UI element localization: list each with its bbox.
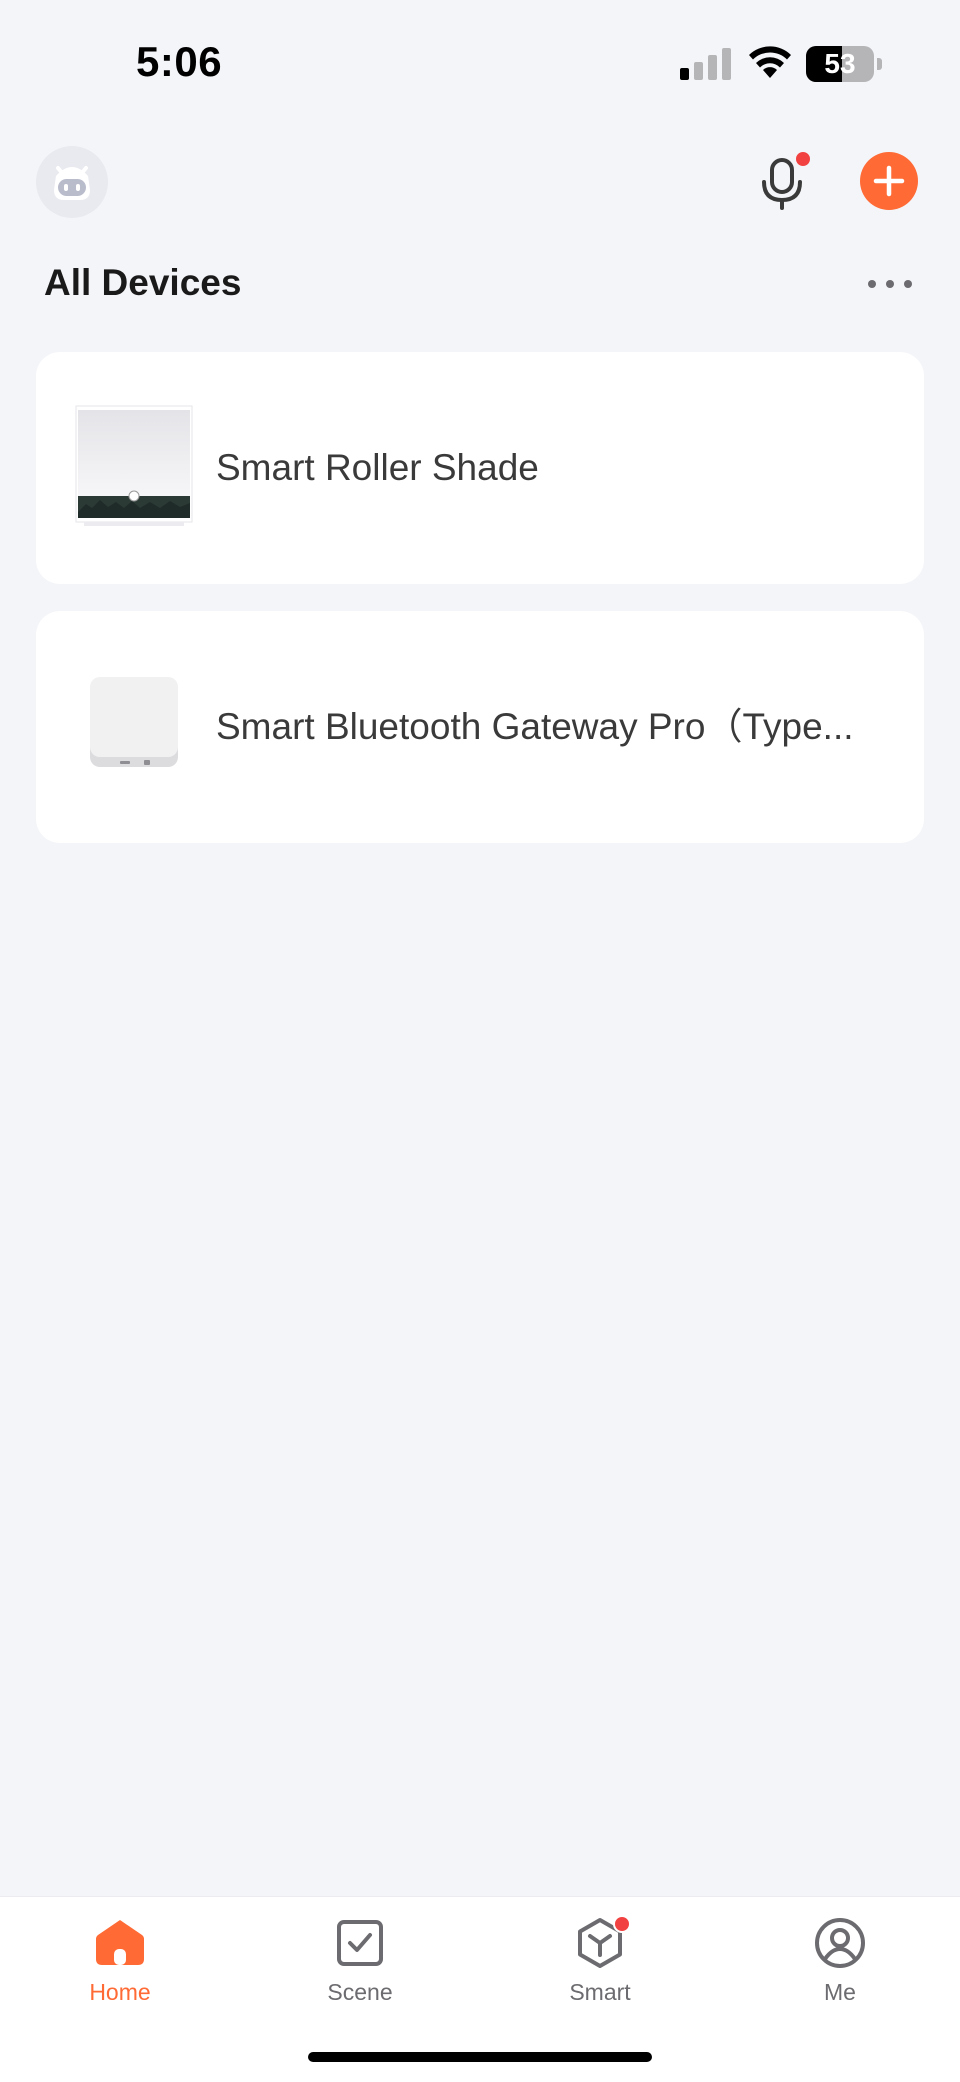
tab-scene[interactable]: Scene [280,1915,440,2025]
home-indicator [308,2052,652,2062]
cellular-signal-icon [680,48,731,80]
tab-label: Home [89,1979,151,2005]
tab-label: Scene [327,1979,393,2005]
tab-label: Me [824,1979,856,2005]
profile-icon [815,1918,865,1968]
wifi-icon [749,46,791,78]
home-icon [96,1920,144,1965]
robot-avatar-icon[interactable] [36,146,108,218]
notification-dot [794,150,812,168]
device-name: Smart Bluetooth Gateway Pro（Type... [216,706,854,747]
page-title: All Devices [44,262,242,303]
tab-me[interactable]: Me [760,1915,920,2025]
scene-checkbox-icon [337,1920,383,1966]
battery-level: 53 [824,48,856,79]
device-card[interactable]: Smart Roller Shade [36,352,924,584]
gateway-thumbnail [90,677,178,767]
add-device-button[interactable] [860,152,918,210]
roller-shade-thumbnail [75,405,193,526]
notification-dot [613,1915,631,1933]
more-options-button[interactable] [862,270,918,298]
plus-icon [873,165,905,197]
device-name: Smart Roller Shade [216,447,539,488]
device-card[interactable]: Smart Bluetooth Gateway Pro（Type... [36,611,924,843]
status-bar: 5:06 53 [0,0,960,130]
tab-smart[interactable]: Smart [520,1915,680,2025]
tab-home[interactable]: Home [40,1915,200,2025]
tab-label: Smart [569,1979,631,2005]
status-time: 5:06 [136,38,223,85]
ellipsis-icon [868,280,912,288]
